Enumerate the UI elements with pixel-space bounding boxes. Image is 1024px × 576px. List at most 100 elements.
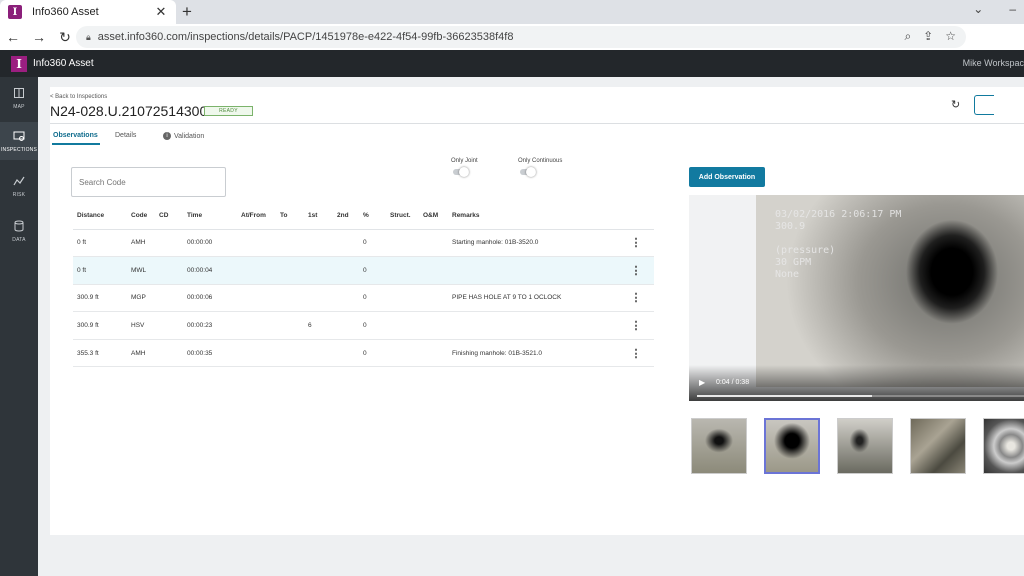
column-header[interactable]: O&M: [419, 203, 448, 230]
column-header[interactable]: To: [276, 203, 304, 230]
video-progress-fill: [697, 395, 872, 397]
column-header[interactable]: At/From: [237, 203, 276, 230]
search-code-input[interactable]: [71, 167, 226, 197]
cell-first: [304, 339, 333, 368]
browser-tab-bar: I Info360 Asset ✕ + ⌄ –: [0, 0, 1024, 24]
info-icon: i: [163, 132, 171, 140]
only-continuous-toggle[interactable]: [520, 167, 536, 177]
column-header[interactable]: %: [359, 203, 386, 230]
header-action-button[interactable]: [974, 95, 994, 115]
browser-toolbar: ← → ↻ 🔒︎ asset.info360.com/inspections/d…: [0, 24, 1024, 50]
info360-logo-icon: I: [11, 55, 27, 72]
video-overlay-text: 03/02/2016 2:06:17 PM 300.9 (pressure) 3…: [775, 209, 902, 280]
user-workspace-menu[interactable]: Mike Workspac: [963, 58, 1024, 68]
observation-thumbnail[interactable]: [910, 418, 966, 474]
row-menu-kebab-icon[interactable]: ⋮: [614, 284, 654, 313]
bookmark-star-icon[interactable]: ☆: [945, 29, 956, 44]
sidebar-item-inspections[interactable]: INSPECTIONS: [0, 122, 38, 160]
column-header[interactable]: Time: [183, 203, 237, 230]
column-header[interactable]: 2nd: [333, 203, 359, 230]
sidebar-item-label: INSPECTIONS: [0, 146, 38, 153]
row-menu-kebab-icon[interactable]: ⋮: [614, 229, 654, 258]
cell-struct: [386, 284, 419, 313]
observation-thumbnail[interactable]: [837, 418, 893, 474]
sidebar-item-data[interactable]: DATA: [0, 212, 38, 250]
cell-first: [304, 229, 333, 258]
video-time: 0:04 / 0:38: [716, 379, 750, 386]
active-tab-indicator: [52, 143, 100, 145]
main-content: Only Joint Only Continuous Distance Code…: [38, 77, 1024, 576]
cell-to: [276, 339, 304, 368]
column-header[interactable]: Code: [127, 203, 155, 230]
cell-distance: 300.9 ft: [73, 284, 127, 313]
table-row[interactable]: 0 ft AMH 00:00:00 0 Starting manhole: 01B-35…: [73, 229, 654, 258]
column-header[interactable]: Remarks: [448, 203, 614, 230]
table-row[interactable]: 300.9 ft MGP 00:00:06 0 PIPE HAS HOLE AT 9 T…: [73, 284, 654, 313]
tab-validation-label: Validation: [174, 132, 205, 140]
row-menu-kebab-icon[interactable]: ⋮: [614, 256, 654, 285]
table-row[interactable]: 300.9 ft HSV 00:00:23 6 0 ⋮: [73, 311, 654, 340]
inspection-video-player[interactable]: 03/02/2016 2:06:17 PM 300.9 (pressure) 3…: [689, 195, 1024, 401]
browser-tab[interactable]: I Info360 Asset ✕: [0, 0, 176, 24]
cell-second: [333, 256, 359, 285]
row-menu-kebab-icon[interactable]: ⋮: [614, 339, 654, 368]
sidebar-item-risk[interactable]: RISK: [0, 167, 38, 205]
address-bar[interactable]: 🔒︎ asset.info360.com/inspections/details…: [76, 26, 966, 48]
cell-remarks: Starting manhole: 01B-3520.0: [448, 229, 614, 258]
tab-search-chevron-icon[interactable]: ⌄: [973, 2, 983, 16]
cell-remarks: Finishing manhole: 01B-3521.0: [448, 339, 614, 368]
sidebar-item-map[interactable]: MAP: [0, 79, 38, 117]
reload-icon[interactable]: ↻: [52, 29, 78, 46]
close-tab-icon[interactable]: ✕: [152, 4, 170, 20]
minimize-icon[interactable]: –: [1009, 2, 1016, 16]
cell-to: [276, 284, 304, 313]
cell-at-from: [237, 284, 276, 313]
cell-percent: 0: [359, 229, 386, 258]
cell-om: [419, 256, 448, 285]
column-header[interactable]: Distance: [73, 203, 127, 230]
cell-code: MGP: [127, 284, 155, 313]
sidebar: MAP INSPECTIONS RISK DATA: [0, 77, 38, 576]
observation-thumbnail[interactable]: [691, 418, 747, 474]
cell-to: [276, 311, 304, 340]
back-arrow-icon[interactable]: ←: [0, 29, 26, 45]
table-row[interactable]: 0 ft MWL 00:00:04 0 ⋮: [73, 256, 654, 285]
cell-remarks: [448, 311, 614, 340]
tab-validation[interactable]: i Validation: [163, 132, 204, 140]
cell-time: 00:00:35: [183, 339, 237, 368]
refresh-icon[interactable]: ↻: [951, 98, 960, 111]
tab-observations[interactable]: Observations: [53, 132, 98, 139]
table-row[interactable]: 355.3 ft AMH 00:00:35 0 Finishing manhole: 0…: [73, 339, 654, 368]
zoom-icon[interactable]: ⌕: [904, 29, 911, 44]
observation-thumbnail[interactable]: [764, 418, 820, 474]
share-icon[interactable]: ⇪: [923, 29, 933, 44]
book-map-icon: [13, 87, 25, 101]
play-icon[interactable]: ▶: [699, 378, 705, 387]
actions-column-header: [614, 203, 654, 230]
cell-at-from: [237, 256, 276, 285]
cell-time: 00:00:00: [183, 229, 237, 258]
cell-distance: 0 ft: [73, 256, 127, 285]
column-header[interactable]: Struct.: [386, 203, 419, 230]
cell-first: [304, 256, 333, 285]
cell-struct: [386, 229, 419, 258]
add-observation-button[interactable]: Add Observation: [689, 167, 765, 187]
cell-second: [333, 339, 359, 368]
only-joint-label: Only Joint: [451, 158, 478, 164]
back-to-inspections-link[interactable]: < Back to Inspections: [50, 94, 107, 100]
video-progress-bar[interactable]: [697, 395, 1024, 397]
only-joint-toggle[interactable]: [453, 167, 469, 177]
observation-thumbnail[interactable]: [983, 418, 1024, 474]
page-title: N24-028.U.210725143000: [50, 103, 216, 119]
column-header[interactable]: 1st: [304, 203, 333, 230]
column-header[interactable]: CD: [155, 203, 183, 230]
row-menu-kebab-icon[interactable]: ⋮: [614, 311, 654, 340]
tab-details[interactable]: Details: [115, 132, 136, 139]
new-tab-icon[interactable]: +: [182, 2, 192, 22]
cell-cd: [155, 284, 183, 313]
cell-at-from: [237, 339, 276, 368]
url-text: asset.info360.com/inspections/details/PA…: [97, 31, 514, 43]
cell-time: 00:00:06: [183, 284, 237, 313]
forward-arrow-icon[interactable]: →: [26, 29, 52, 45]
inspection-card: Only Joint Only Continuous Distance Code…: [50, 87, 1024, 535]
